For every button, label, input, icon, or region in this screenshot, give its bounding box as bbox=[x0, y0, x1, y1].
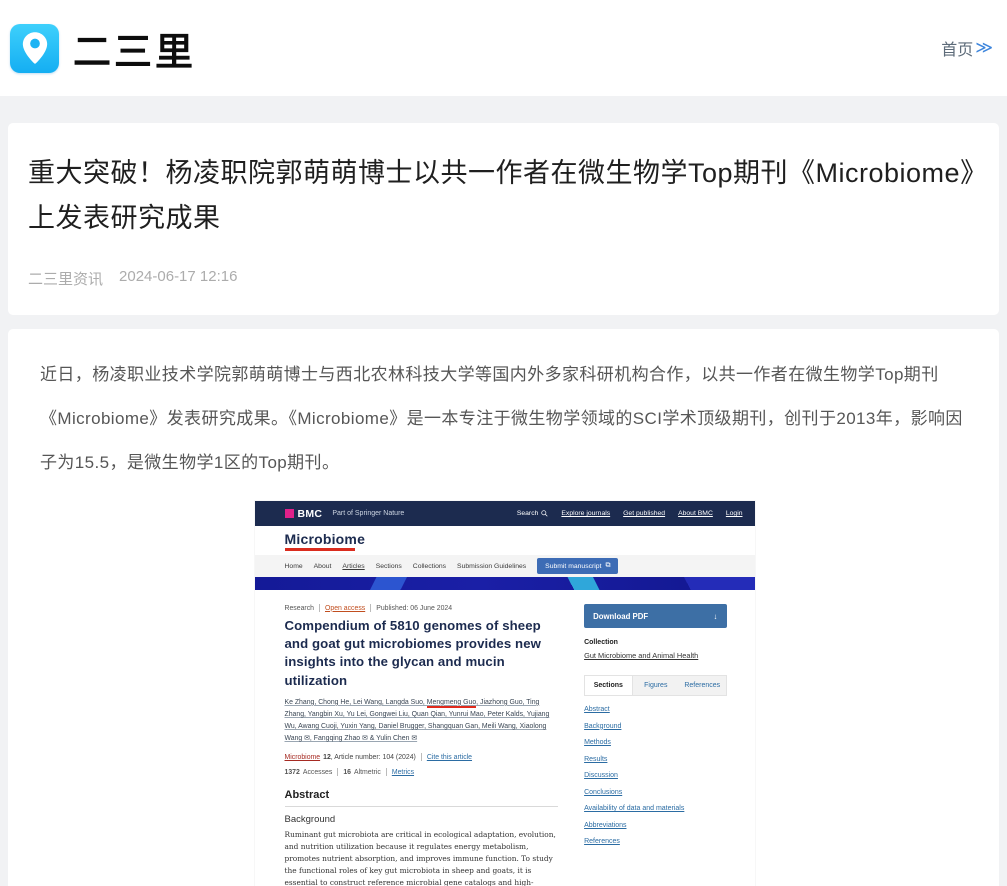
volume-number: 12 bbox=[323, 754, 331, 761]
bmc-logo: BMC Part of Springer Nature bbox=[285, 508, 405, 520]
divider bbox=[386, 768, 387, 776]
divider bbox=[319, 604, 320, 612]
open-access-link: Open access bbox=[325, 605, 365, 612]
article-body-card: 近日，杨凌职业技术学院郭萌萌博士与西北农林科技大学等国内外多家科研机构合作，以共… bbox=[8, 329, 999, 886]
article-number: , Article number: 104 (2024) bbox=[331, 754, 416, 761]
sidebar-link-discussion: Discussion bbox=[584, 772, 726, 779]
bmc-link-about-bmc: About BMC bbox=[678, 510, 713, 517]
collection-label: Collection bbox=[584, 639, 726, 646]
download-icon: ↓ bbox=[714, 612, 718, 621]
sidebar-link-background: Background bbox=[584, 723, 726, 730]
external-link-icon: ⧉ bbox=[605, 562, 610, 570]
authors-segment: Ke Zhang, Chong He, Lei Wang, Langda Suo… bbox=[285, 699, 427, 706]
paper-published-date: Published: 06 June 2024 bbox=[376, 605, 452, 612]
home-link-label: 首页 bbox=[941, 36, 973, 60]
metrics-link: Metrics bbox=[392, 769, 414, 776]
metrics-line: 1372 Accesses 16 Altmetric Metrics bbox=[285, 768, 559, 776]
citation-line: Microbiome 12 , Article number: 104 (202… bbox=[285, 753, 559, 761]
article-date: 2024-06-17 12:16 bbox=[119, 268, 237, 289]
submit-manuscript-button: Submit manuscript ⧉ bbox=[537, 558, 618, 574]
sidebar-link-abstract: Abstract bbox=[584, 706, 726, 713]
sidebar-link-results: Results bbox=[584, 756, 726, 763]
paper-title: Compendium of 5810 genomes of sheep and … bbox=[285, 617, 559, 690]
bmc-link-get-published: Get published bbox=[623, 510, 665, 517]
download-pdf-button: Download PDF ↓ bbox=[584, 604, 726, 628]
abstract-text: Ruminant gut microbiota are critical in … bbox=[285, 829, 559, 886]
journal-article-main: Research Open access Published: 06 June … bbox=[285, 604, 559, 886]
background-heading: Background bbox=[285, 814, 559, 825]
bmc-topbar: BMC Part of Springer Nature Search Explo… bbox=[255, 501, 755, 526]
cite-this-article-link: Cite this article bbox=[427, 754, 472, 761]
divider bbox=[337, 768, 338, 776]
site-logo[interactable]: 二三里 bbox=[10, 21, 196, 76]
journal-nav-about: About bbox=[314, 563, 332, 570]
bmc-link-explore-journals: Explore journals bbox=[561, 510, 610, 517]
journal-nav-collections: Collections bbox=[413, 563, 446, 570]
highlighted-author: Mengmeng Guo bbox=[427, 699, 476, 708]
journal-nav-sections: Sections bbox=[376, 563, 402, 570]
altmetric-label: Altmetric bbox=[354, 769, 381, 776]
sidebar-link-methods: Methods bbox=[584, 739, 726, 746]
bmc-topbar-links: Search Explore journals Get published Ab… bbox=[517, 510, 743, 517]
journal-sidebar: Download PDF ↓ Collection Gut Microbiome… bbox=[584, 604, 726, 886]
accesses-label: Accesses bbox=[303, 769, 333, 776]
sidebar-link-references: References bbox=[584, 838, 726, 845]
search-icon bbox=[541, 510, 548, 517]
tab-figures: Figures bbox=[633, 676, 679, 695]
journal-name: Microbiome bbox=[285, 531, 366, 547]
sidebar-link-abbreviations: Abbreviations bbox=[584, 822, 726, 829]
byline: 二三里资讯 2024-06-17 12:16 bbox=[28, 268, 977, 289]
accesses-count: 1372 bbox=[285, 769, 300, 776]
submit-manuscript-label: Submit manuscript bbox=[545, 563, 601, 570]
journal-title-strip: Microbiome bbox=[255, 526, 755, 555]
journal-banner-graphic bbox=[255, 577, 755, 590]
divider bbox=[421, 753, 422, 761]
article-source: 二三里资讯 bbox=[28, 268, 103, 289]
home-link[interactable]: 首页 ≫ bbox=[941, 36, 993, 60]
sidebar-tabs: Sections Figures References bbox=[584, 675, 726, 696]
sidebar-section-links: Abstract Background Methods Results Disc… bbox=[584, 706, 726, 845]
journal-nav-submission-guidelines: Submission Guidelines bbox=[457, 563, 526, 570]
abstract-heading: Abstract bbox=[285, 789, 559, 801]
collection-link: Gut Microbiome and Animal Health bbox=[584, 651, 726, 660]
tab-sections: Sections bbox=[585, 676, 632, 695]
article-paragraph-1: 近日，杨凌职业技术学院郭萌萌博士与西北农林科技大学等国内外多家科研机构合作，以共… bbox=[40, 353, 969, 485]
page-title: 重大突破！杨凌职院郭萌萌博士以共一作者在微生物学Top期刊《Microbiome… bbox=[28, 151, 977, 241]
bmc-tagline: Part of Springer Nature bbox=[332, 510, 404, 517]
journal-link: Microbiome bbox=[285, 754, 321, 761]
site-header: 二三里 首页 ≫ bbox=[0, 0, 1007, 96]
journal-article-area: Research Open access Published: 06 June … bbox=[255, 590, 755, 886]
paper-type: Research bbox=[285, 605, 315, 612]
site-logo-text: 二三里 bbox=[73, 21, 196, 76]
bmc-logo-icon bbox=[285, 509, 294, 518]
journal-nav-home: Home bbox=[285, 563, 303, 570]
paper-meta: Research Open access Published: 06 June … bbox=[285, 604, 559, 612]
bmc-link-login: Login bbox=[726, 510, 743, 517]
location-pin-icon bbox=[10, 24, 59, 73]
divider bbox=[285, 806, 559, 807]
red-annotation-underline bbox=[285, 548, 355, 551]
paper-authors: Ke Zhang, Chong He, Lei Wang, Langda Suo… bbox=[285, 697, 559, 745]
title-card: 重大突破！杨凌职院郭萌萌博士以共一作者在微生物学Top期刊《Microbiome… bbox=[8, 123, 999, 315]
bmc-search: Search bbox=[517, 510, 549, 517]
download-pdf-label: Download PDF bbox=[593, 612, 648, 621]
sidebar-link-availability: Availability of data and materials bbox=[584, 805, 726, 812]
bmc-search-label: Search bbox=[517, 510, 539, 517]
bmc-logo-text: BMC bbox=[298, 508, 323, 520]
chevron-right-icon: ≫ bbox=[975, 38, 993, 58]
journal-nav-articles: Articles bbox=[342, 563, 364, 570]
tab-references: References bbox=[679, 676, 725, 695]
journal-screenshot-image[interactable]: BMC Part of Springer Nature Search Explo… bbox=[255, 501, 755, 886]
journal-nav: Home About Articles Sections Collections… bbox=[255, 555, 755, 577]
altmetric-count: 16 bbox=[343, 769, 351, 776]
divider bbox=[370, 604, 371, 612]
sidebar-link-conclusions: Conclusions bbox=[584, 789, 726, 796]
